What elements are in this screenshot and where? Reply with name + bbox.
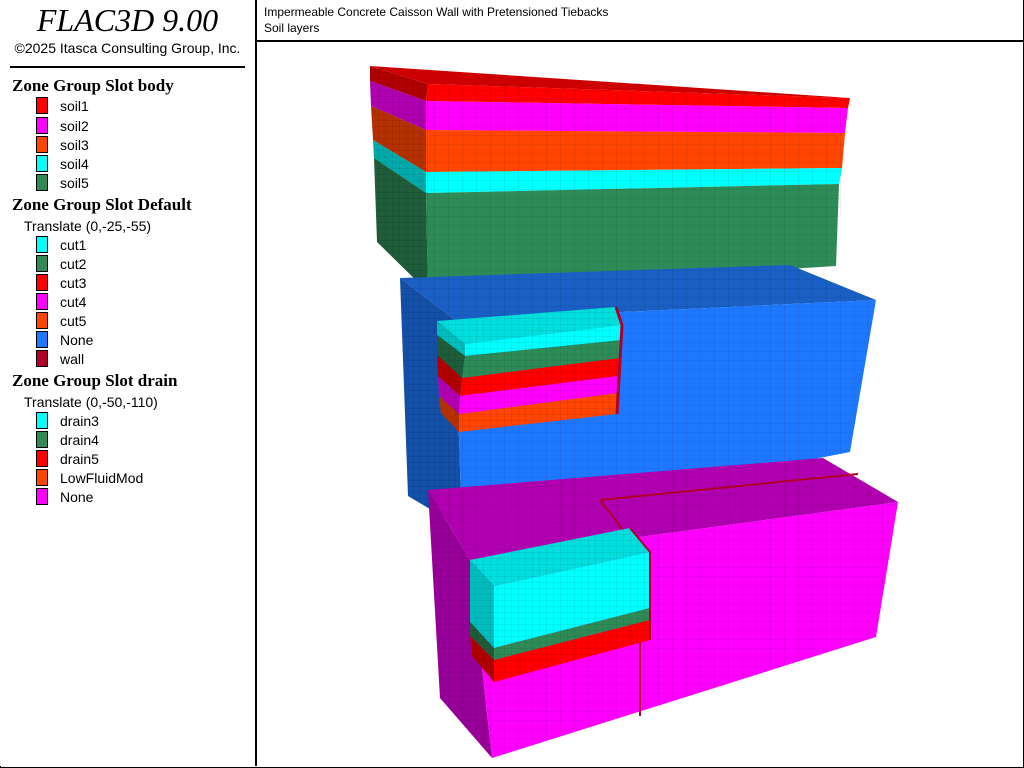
model-viewport[interactable] bbox=[257, 42, 1023, 767]
body-block bbox=[370, 66, 850, 292]
drain-block bbox=[428, 458, 898, 758]
cut-pit bbox=[437, 306, 624, 432]
model-render bbox=[370, 66, 898, 758]
